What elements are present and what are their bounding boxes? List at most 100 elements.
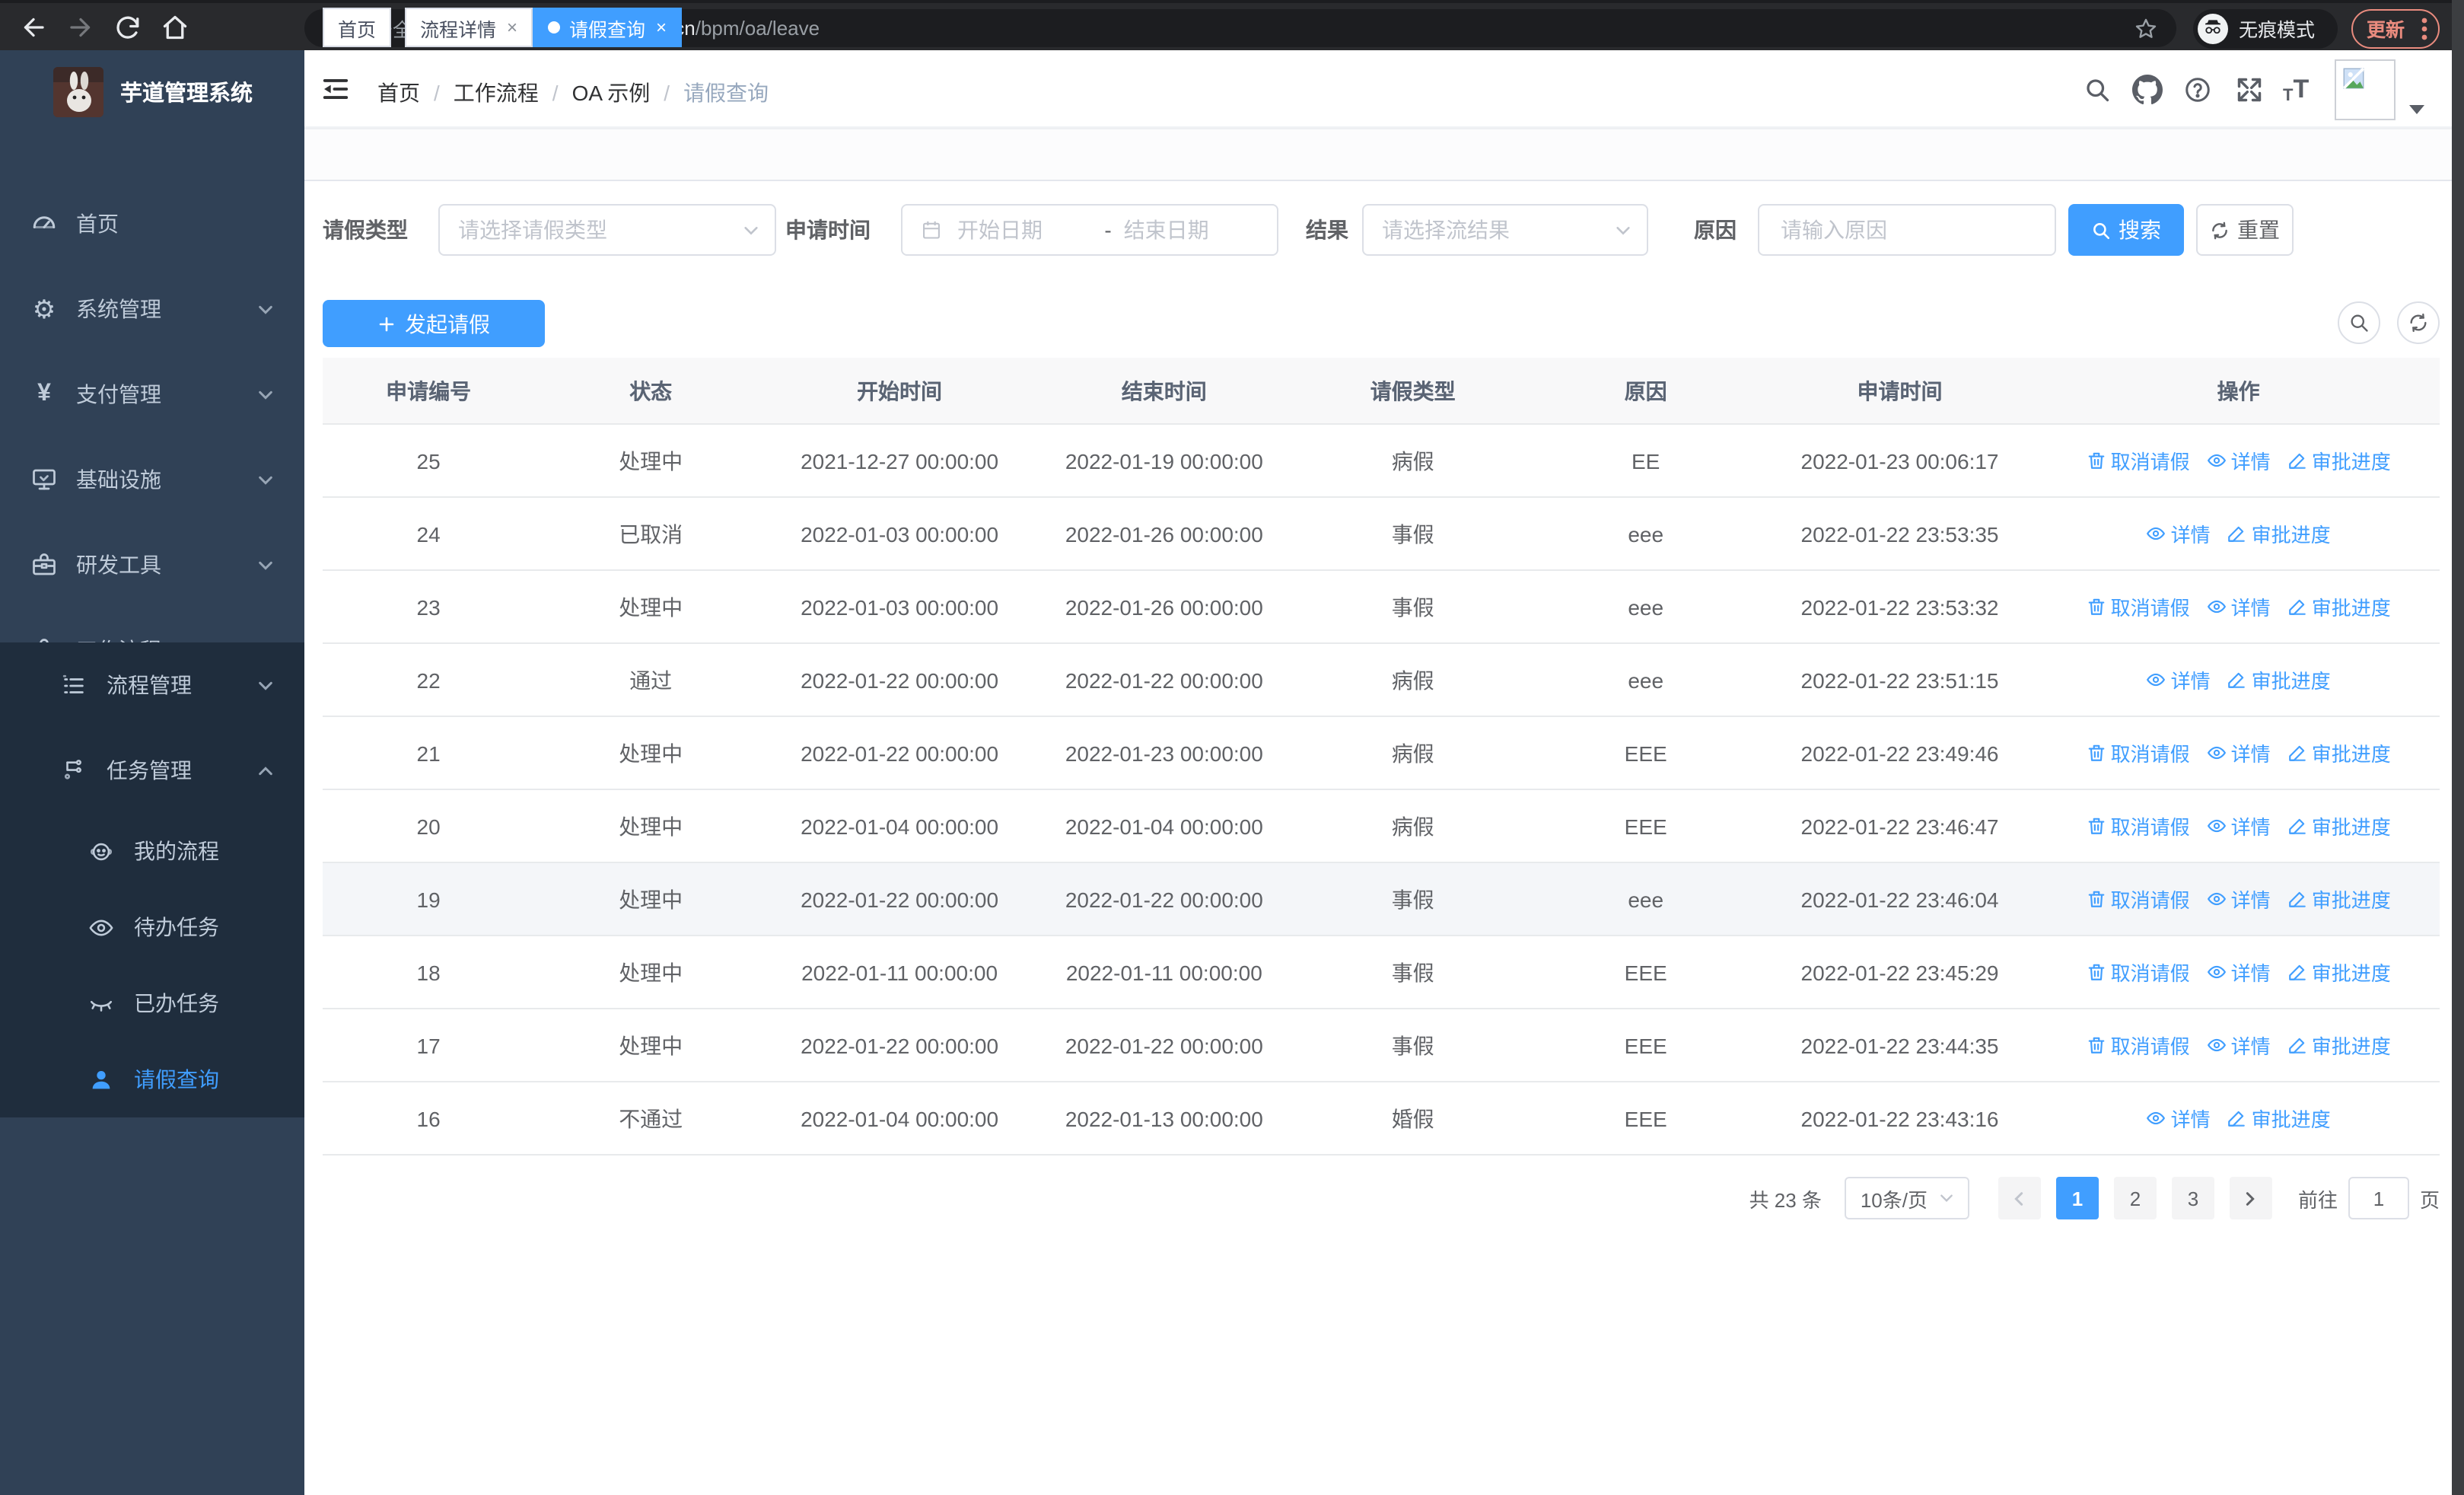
approval-progress-link[interactable]: 审批进度 [2287,738,2391,767]
breadcrumb-home[interactable]: 首页 [377,78,420,108]
cancel-leave-link[interactable]: 取消请假 [2087,958,2190,987]
sidebar-item-devtools[interactable]: 研发工具 [0,522,304,607]
approval-progress-link[interactable]: 审批进度 [2227,1104,2331,1133]
sidebar-item-system[interactable]: ⚙ 系统管理 [0,266,304,352]
incognito-icon [2198,13,2228,43]
table-body: 25 处理中 2021-12-27 00:00:00 2022-01-19 00… [323,424,2440,1156]
chevron-down-icon [1938,1191,1953,1206]
sidebar-toggle-icon[interactable] [321,75,350,104]
search-button[interactable]: 搜索 [2068,204,2184,256]
start-date-input[interactable]: 开始日期 [957,215,1092,245]
pen-icon [2287,962,2307,982]
close-icon[interactable]: × [656,18,667,37]
browser-scrollbar[interactable] [2452,0,2464,1495]
cancel-leave-link[interactable]: 取消请假 [2087,738,2190,767]
detail-link[interactable]: 详情 [2207,958,2271,987]
detail-link[interactable]: 详情 [2207,738,2271,767]
cell-status: 处理中 [534,424,768,498]
approval-progress-link[interactable]: 审批进度 [2287,811,2391,840]
back-icon[interactable] [20,13,47,40]
detail-link[interactable]: 详情 [2207,885,2271,913]
date-range-picker[interactable]: 开始日期 - 结束日期 [901,204,1278,256]
help-icon[interactable] [2184,76,2211,104]
refresh-table-button[interactable] [2397,301,2440,344]
approval-progress-link[interactable]: 审批进度 [2287,958,2391,987]
header-search-icon[interactable] [2084,76,2111,104]
approval-progress-link[interactable]: 审批进度 [2227,519,2331,548]
sidebar-item-leave-query[interactable]: 请假查询 [0,1041,304,1117]
leave-type-select[interactable]: 请选择请假类型 [438,204,776,256]
reset-button[interactable]: 重置 [2196,204,2294,256]
sidebar-item-todo-tasks[interactable]: 待办任务 [0,889,304,965]
cancel-leave-link[interactable]: 取消请假 [2087,885,2190,913]
detail-link[interactable]: 详情 [2207,1031,2271,1060]
detail-link[interactable]: 详情 [2147,665,2211,694]
breadcrumb-oa[interactable]: OA 示例 [572,78,651,108]
caret-down-icon[interactable] [2409,105,2424,114]
detail-link[interactable]: 详情 [2147,519,2211,548]
github-icon[interactable] [2132,75,2163,105]
cancel-leave-link[interactable]: 取消请假 [2087,811,2190,840]
next-page-button[interactable] [2229,1177,2272,1219]
prev-page-button[interactable] [1998,1177,2041,1219]
approval-progress-link[interactable]: 审批进度 [2227,665,2331,694]
approval-progress-link[interactable]: 审批进度 [2287,592,2391,621]
col-actions: 操作 [2037,358,2440,425]
cell-start: 2022-01-03 00:00:00 [767,570,1032,644]
detail-link[interactable]: 详情 [2207,446,2271,475]
logo-row[interactable]: 芋道管理系统 [0,50,304,134]
create-leave-button[interactable]: 发起请假 [323,300,545,347]
approval-progress-link[interactable]: 审批进度 [2287,446,2391,475]
forward-icon[interactable] [67,13,94,40]
page-button-3[interactable]: 3 [2171,1177,2214,1219]
detail-link[interactable]: 详情 [2147,1104,2211,1133]
cancel-leave-link[interactable]: 取消请假 [2087,592,2190,621]
browser-menu-icon[interactable] [2421,16,2427,40]
show-search-button[interactable] [2338,301,2380,344]
cell-apply: 2022-01-22 23:46:04 [1762,862,2038,936]
table-row: 22 通过 2022-01-22 00:00:00 2022-01-22 00:… [323,643,2440,717]
font-size-icon[interactable]: TT [2283,75,2309,105]
breadcrumb-workflow[interactable]: 工作流程 [454,78,539,108]
page-button-1[interactable]: 1 [2055,1177,2099,1219]
tag-leave-query[interactable]: 请假查询 × [533,8,683,47]
incognito-label: 无痕模式 [2239,20,2316,41]
breadcrumb: 首页 / 工作流程 / OA 示例 / 请假查询 [377,78,769,108]
url-path: /bpm/oa/leave [695,17,820,40]
detail-link[interactable]: 详情 [2207,811,2271,840]
search-icon [2348,312,2370,333]
home-icon[interactable] [161,13,189,40]
reason-input[interactable] [1778,216,2036,244]
approval-progress-link[interactable]: 审批进度 [2287,885,2391,913]
goto-page-input[interactable] [2348,1177,2409,1219]
cancel-leave-link[interactable]: 取消请假 [2087,446,2190,475]
detail-link[interactable]: 详情 [2207,592,2271,621]
result-select[interactable]: 请选择流结果 [1362,204,1648,256]
sidebar-item-process-mgmt[interactable]: 流程管理 [0,642,304,728]
avatar[interactable] [2335,59,2396,120]
close-icon[interactable]: × [507,18,517,37]
sidebar-item-pay[interactable]: ¥ 支付管理 [0,352,304,437]
reload-icon[interactable] [114,13,142,40]
tag-process-detail[interactable]: 流程详情 × [405,8,533,47]
cell-reason: eee [1529,497,1762,571]
chevron-down-icon [257,677,274,693]
sidebar-item-home[interactable]: 首页 [0,181,304,266]
cell-reason: eee [1529,862,1762,936]
approval-progress-link[interactable]: 审批进度 [2287,1031,2391,1060]
sidebar-item-done-tasks[interactable]: 已办任务 [0,965,304,1041]
tag-home[interactable]: 首页 [323,8,392,47]
sidebar-item-task-mgmt[interactable]: 任务管理 [0,728,304,813]
fullscreen-icon[interactable] [2236,76,2263,104]
cell-end: 2022-01-26 00:00:00 [1031,497,1297,571]
page-button-2[interactable]: 2 [2113,1177,2157,1219]
bookmark-star-icon[interactable] [2134,16,2158,40]
end-date-input[interactable]: 结束日期 [1124,215,1259,245]
cancel-leave-link[interactable]: 取消请假 [2087,1031,2190,1060]
page-size-select[interactable]: 10条/页 [1844,1177,1969,1219]
gear-icon: ⚙ [32,295,56,324]
update-button[interactable]: 更新 [2351,8,2440,48]
sidebar-item-infra[interactable]: 基础设施 [0,437,304,522]
sidebar-item-my-process[interactable]: 我的流程 [0,813,304,889]
cell-start: 2022-01-04 00:00:00 [767,789,1032,863]
